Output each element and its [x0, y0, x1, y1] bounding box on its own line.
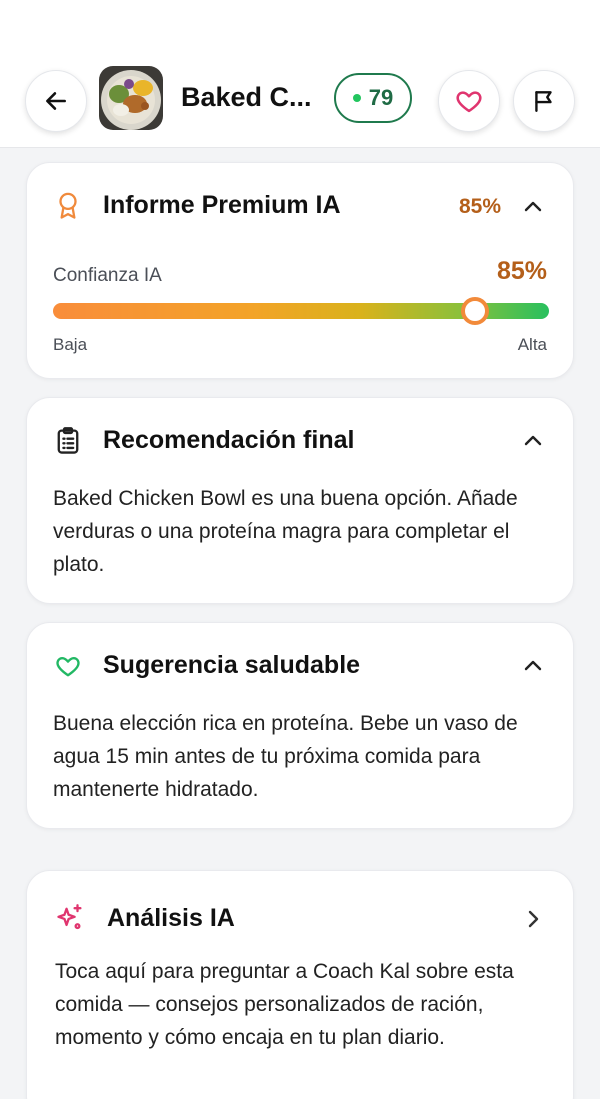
- heart-outline-icon: [53, 651, 83, 681]
- health-score-value: 79: [368, 85, 394, 110]
- chevron-up-icon: [524, 201, 542, 212]
- food-thumbnail[interactable]: [99, 66, 163, 130]
- confidence-value: 85%: [496, 257, 547, 285]
- score-dot-icon: [352, 94, 361, 102]
- food-bowl-photo: [99, 66, 163, 130]
- recommendation-text: Baked Chicken Bowl es una buena opción. …: [53, 487, 518, 576]
- ai-analysis-title: Análisis IA: [107, 904, 235, 932]
- heart-icon: [456, 91, 482, 113]
- scale-low-label: Baja: [53, 335, 88, 354]
- recommendation-header[interactable]: Recomendación final: [27, 398, 573, 478]
- confidence-label: Confianza IA: [53, 265, 162, 286]
- report-button[interactable]: [513, 70, 575, 132]
- ai-analysis-text: Toca aquí para preguntar a Coach Kal sob…: [55, 960, 514, 1049]
- food-title: Baked C...: [181, 82, 312, 112]
- confidence-marker: [460, 297, 489, 325]
- premium-report-header[interactable]: Informe Premium IA 85%: [27, 163, 573, 243]
- ai-analysis-header[interactable]: Análisis IA: [27, 871, 573, 951]
- favorite-button[interactable]: [438, 70, 500, 132]
- chevron-right-icon: [528, 910, 539, 928]
- chevron-up-icon: [524, 660, 542, 671]
- recommendation-title: Recomendación final: [103, 426, 355, 454]
- sparkles-icon: [55, 903, 85, 933]
- back-button[interactable]: [25, 70, 87, 132]
- premium-report-card: Informe Premium IA 85% Confianza IA 85% …: [26, 162, 574, 379]
- award-icon: [53, 191, 83, 221]
- arrow-left-icon: [46, 92, 66, 110]
- flag-icon: [535, 91, 552, 112]
- health-score-badge[interactable]: 79: [334, 73, 412, 123]
- confidence-bar: [53, 297, 549, 325]
- health-suggestion-header[interactable]: Sugerencia saludable: [27, 623, 573, 703]
- chevron-up-icon: [524, 435, 542, 446]
- clipboard-icon: [53, 426, 83, 456]
- health-suggestion-card: Sugerencia saludable Buena elección rica…: [26, 622, 574, 829]
- premium-report-title: Informe Premium IA: [103, 191, 341, 219]
- premium-percent: 85%: [458, 195, 501, 218]
- top-bar: Baked C... 79: [0, 0, 600, 148]
- health-suggestion-text: Buena elección rica en proteína. Bebe un…: [53, 712, 518, 801]
- scale-high-label: Alta: [517, 335, 547, 354]
- recommendation-card: Recomendación final Baked Chicken Bowl e…: [26, 397, 574, 604]
- health-suggestion-title: Sugerencia saludable: [103, 651, 361, 679]
- ai-analysis-card[interactable]: Análisis IA Toca aquí para preguntar a C…: [26, 870, 574, 1099]
